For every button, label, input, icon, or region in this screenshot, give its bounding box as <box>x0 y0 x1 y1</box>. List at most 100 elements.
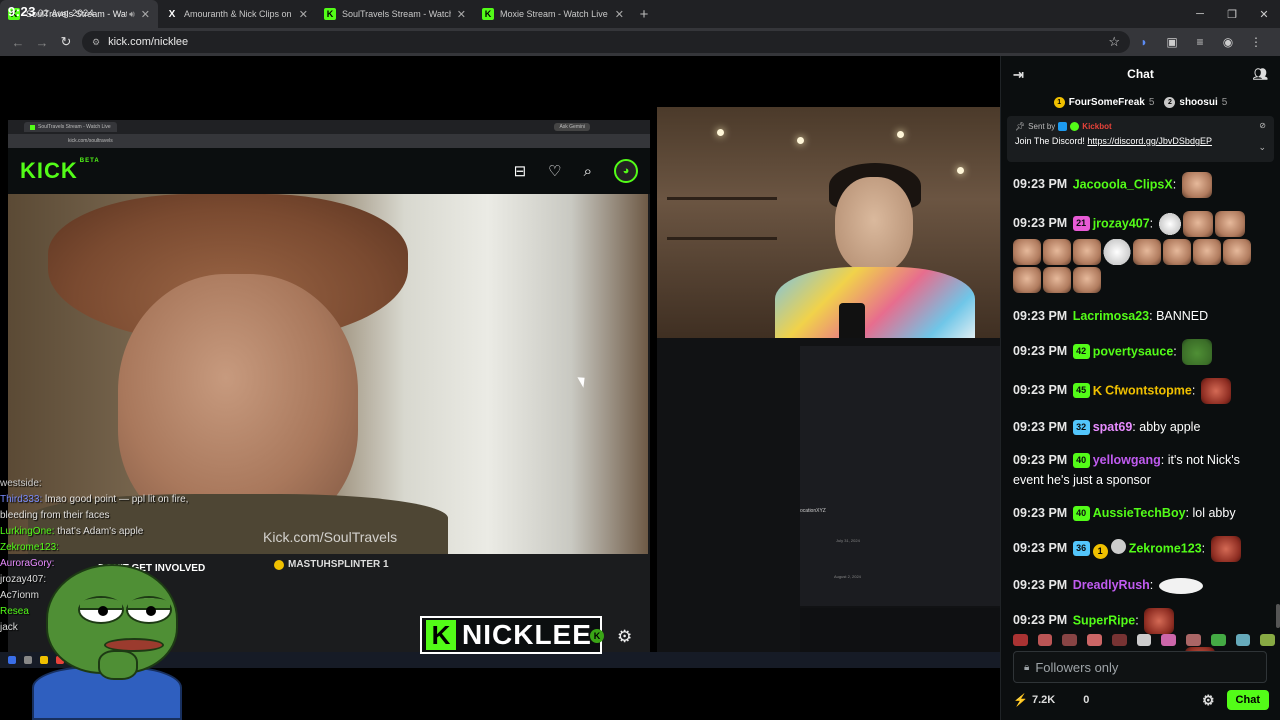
chat-input-placeholder: Followers only <box>1035 659 1119 675</box>
maximize-icon[interactable]: ❐ <box>1216 0 1248 28</box>
emote-icon[interactable] <box>1181 172 1212 198</box>
emote-icon[interactable] <box>1223 239 1251 265</box>
chat-message: 09:23 PM 21 jrozay407: <box>1013 211 1269 293</box>
lock-icon: 🔒︎ <box>1024 661 1030 673</box>
emote-strip[interactable] <box>1013 633 1275 647</box>
chevron-down-icon[interactable]: ⌄ <box>1258 142 1266 153</box>
top-gifters: 1 FourSomeFreak 5 2 shoosui 5 <box>1001 92 1280 112</box>
back-icon[interactable]: ← <box>6 30 30 54</box>
emote-icon[interactable] <box>1013 239 1041 265</box>
stream-video-player[interactable]: SoulTravels Stream - Watch Live Ask Gemi… <box>0 56 1000 720</box>
profile-icon[interactable]: ◉ <box>1214 30 1242 54</box>
forward-icon[interactable]: → <box>30 30 54 54</box>
emote-icon[interactable] <box>1214 211 1245 237</box>
kick-icon[interactable]: K <box>590 629 604 643</box>
emote-icon[interactable] <box>1103 239 1131 265</box>
kick-k-logo: K <box>426 620 456 650</box>
bookmark-star-icon[interactable]: ☆ <box>1108 34 1120 50</box>
kicks-icon[interactable]: ⚡ <box>1013 693 1028 707</box>
hawaiian-shirt <box>775 267 975 338</box>
message-time: 09:23 PM <box>1013 177 1068 192</box>
chat-username[interactable]: DreadlyRush <box>1073 578 1150 592</box>
chat-message: 09:23 PM 40 AussieTechBoy: lol abby <box>1013 506 1236 521</box>
minimize-icon[interactable]: ─ <box>1184 0 1216 28</box>
chat-input[interactable]: 🔒︎ Followers only <box>1013 651 1267 683</box>
emote-icon[interactable] <box>1133 239 1161 265</box>
emote-icon[interactable] <box>1158 213 1181 235</box>
watermark: Kick.com/SoulTravels <box>263 529 398 545</box>
chat-username[interactable]: jrozay407 <box>1093 216 1150 230</box>
chat-settings-gear-icon[interactable]: ⚙ <box>1202 692 1215 709</box>
overlay-chat-line: Third333: lmao good point — ppl lit on f… <box>0 494 189 505</box>
menu-kebab-icon[interactable]: ⋮ <box>1242 30 1270 54</box>
emote-icon[interactable] <box>1193 239 1221 265</box>
close-tab-icon[interactable]: ✕ <box>299 8 308 21</box>
close-tab-icon[interactable]: ✕ <box>457 8 466 21</box>
hide-pin-icon[interactable]: ⊘ <box>1259 121 1266 130</box>
chat-username[interactable]: AussieTechBoy <box>1093 506 1186 520</box>
chat-scrollbar[interactable] <box>1276 604 1280 628</box>
reading-list-icon[interactable]: ≡ <box>1186 30 1214 54</box>
message-time: 09:23 PM <box>1013 613 1068 628</box>
discord-link[interactable]: https://discord.gg/JbvDSbdgEP <box>1087 136 1212 146</box>
chat-username[interactable]: SuperRipe <box>1073 613 1136 627</box>
chat-message: 09:23 PM Lacrimosa23: BANNED <box>1013 309 1209 323</box>
speaker-icon[interactable]: 🔊︎ <box>129 9 135 20</box>
close-tab-icon[interactable]: ✕ <box>615 8 624 21</box>
kick-favicon-icon: K <box>324 8 336 20</box>
chat-username[interactable]: Zekrome123 <box>1129 541 1202 555</box>
window-controls: ─ ❐ ✕ <box>1184 0 1280 28</box>
emote-icon[interactable] <box>1182 339 1213 365</box>
emote-icon[interactable] <box>1182 211 1213 237</box>
emote-icon[interactable] <box>1163 239 1191 265</box>
top-gifter[interactable]: 2 shoosui 5 <box>1164 96 1227 108</box>
vip-badge-icon: K <box>1092 383 1103 399</box>
captured-side-panel: ocationXYZ July 31, 2024 August 2, 2024 <box>800 346 1000 606</box>
collapse-chat-icon[interactable]: ⇥ <box>1013 67 1024 83</box>
emote-icon[interactable] <box>1013 267 1041 293</box>
extensions-puzzle-icon[interactable]: ▣ <box>1158 30 1186 54</box>
close-icon[interactable]: ✕ <box>1248 0 1280 28</box>
emote-icon[interactable] <box>1144 608 1175 634</box>
emote-icon[interactable] <box>1200 378 1231 404</box>
chat-username[interactable]: povertysauce <box>1093 344 1174 358</box>
extension-icon[interactable]: ◗ <box>1130 30 1158 54</box>
chat-username[interactable]: Lacrimosa23 <box>1073 309 1149 323</box>
tab-title: Moxie Stream - Watch Live on K <box>500 9 609 19</box>
address-bar[interactable]: ⚙ kick.com/nicklee ☆ <box>82 31 1130 53</box>
chat-message: 09:23 PM 45 K Cfwontstopme: <box>1013 378 1269 404</box>
emote-icon[interactable] <box>1043 239 1071 265</box>
browser-tab[interactable]: K Moxie Stream - Watch Live on K ✕ <box>474 0 632 28</box>
chat-message-list: 09:23 PM Jacooola_ClipsX: 09:23 PM 21 jro… <box>1001 172 1279 686</box>
message-time: 09:23 PM <box>1013 578 1068 592</box>
chat-username[interactable]: spat69 <box>1093 420 1133 434</box>
send-chat-button[interactable]: Chat <box>1226 690 1269 710</box>
message-time: 09:23 PM <box>1013 541 1068 556</box>
reload-icon[interactable]: ↻ <box>54 30 78 54</box>
pinned-message[interactable]: 📌︎ Sent by Kickbot Join The Discord! htt… <box>1007 116 1274 162</box>
settings-gear-icon[interactable]: ⚙ <box>617 627 632 647</box>
pinned-sender[interactable]: Kickbot <box>1082 122 1111 131</box>
chat-username[interactable]: Cfwontstopme <box>1105 383 1192 397</box>
points-count: 0 <box>1083 694 1090 706</box>
close-tab-icon[interactable]: ✕ <box>141 8 150 21</box>
new-tab-button[interactable]: + <box>632 0 656 28</box>
emote-icon[interactable] <box>1158 577 1203 594</box>
message-time: 09:23 PM <box>1013 420 1068 434</box>
site-info-icon[interactable]: ⚙ <box>92 37 100 48</box>
browser-tab[interactable]: X Amouranth & Nick Clips on X ✕ <box>158 0 316 28</box>
browser-tab[interactable]: K SoulTravels Stream - Watch Live ✕ <box>316 0 474 28</box>
emote-icon[interactable] <box>1043 267 1071 293</box>
emote-icon[interactable] <box>1073 239 1101 265</box>
clock-overlay: 9:23 02 Aug 2024 <box>8 4 95 19</box>
overlay-chat-line: Zekrome123: <box>0 542 59 553</box>
message-time: 09:23 PM <box>1013 383 1068 398</box>
chat-username[interactable]: Jacooola_ClipsX <box>1073 177 1173 191</box>
top-gifter[interactable]: 1 FourSomeFreak 5 <box>1053 96 1154 108</box>
emote-icon[interactable] <box>1073 267 1101 293</box>
overlay-chat-line: LurkingOne: that's Adam's apple <box>0 526 144 537</box>
emote-icon[interactable] <box>1210 536 1241 562</box>
chatters-icon[interactable]: 👥︎ <box>1253 67 1268 81</box>
avatar: ◕ <box>614 159 638 183</box>
chat-username[interactable]: yellowgang <box>1093 453 1161 467</box>
